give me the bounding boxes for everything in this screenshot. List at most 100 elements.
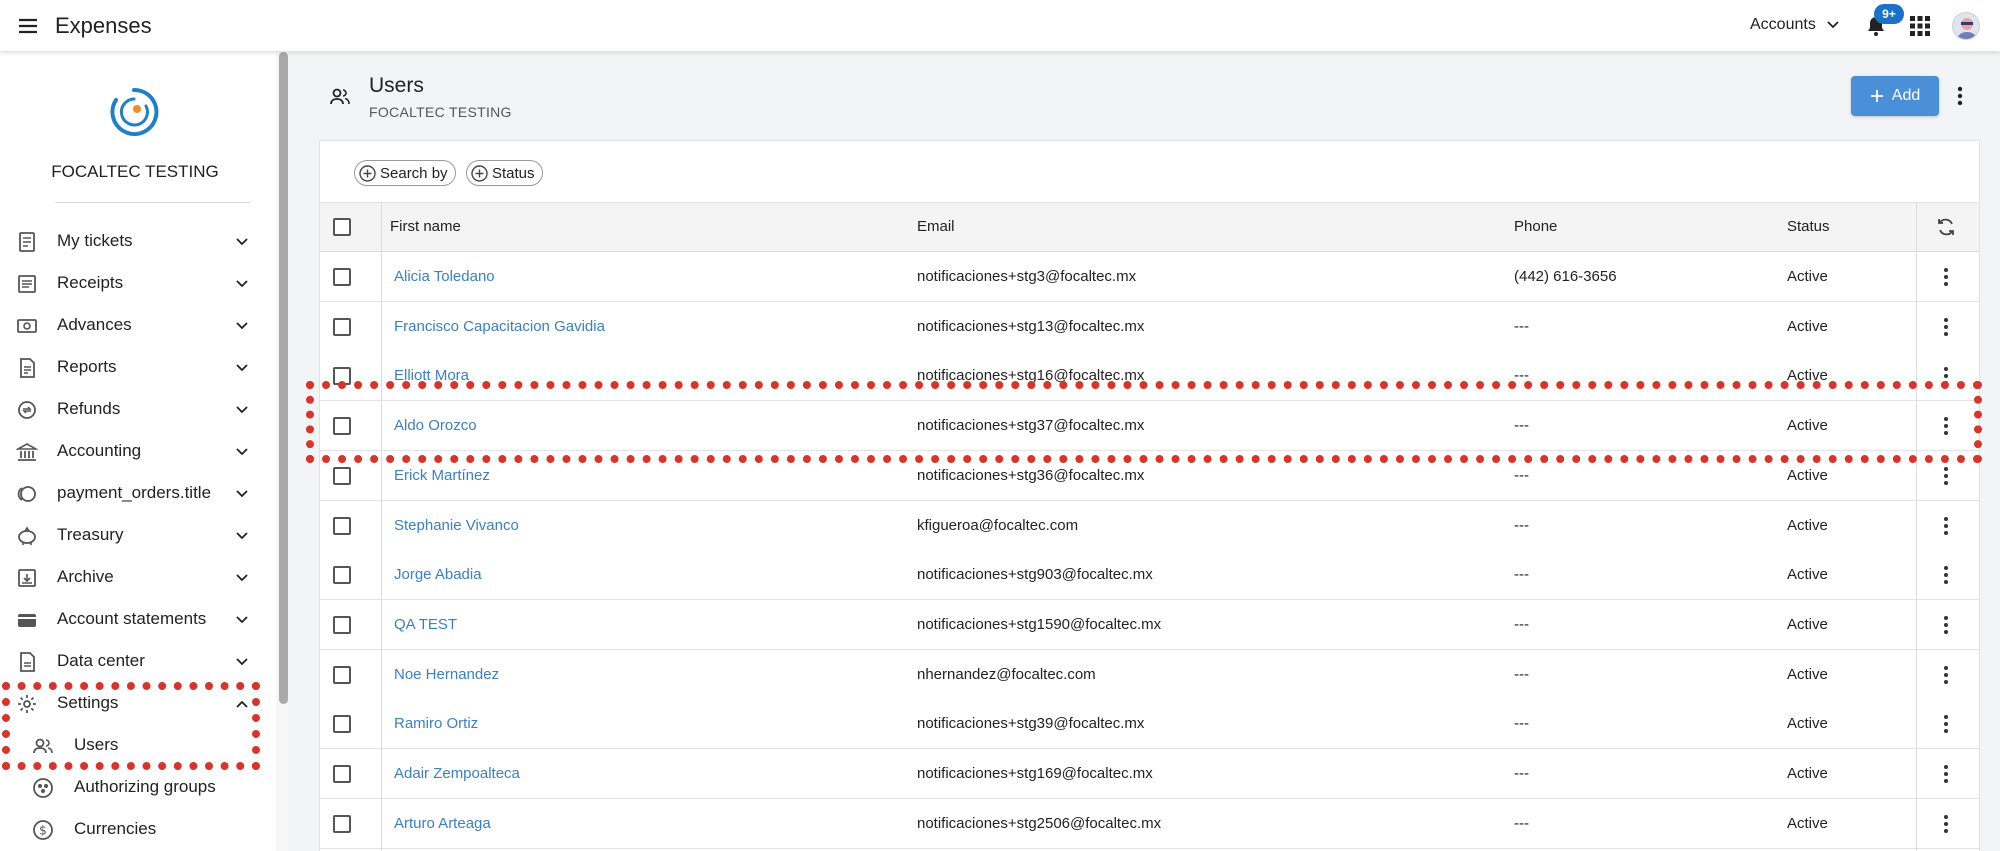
sidebar-item-archive[interactable]: Archive — [0, 556, 270, 598]
sidebar-item-users[interactable]: Users — [0, 724, 270, 766]
add-user-button[interactable]: Add — [1851, 76, 1939, 116]
sidebar-item-label: Advances — [57, 315, 132, 334]
sidebar-item-settings[interactable]: Settings — [0, 682, 270, 724]
row-actions-icon[interactable] — [1942, 465, 1950, 487]
user-name-link[interactable]: Elliott Mora — [394, 367, 469, 384]
status-filter-label: Status — [492, 164, 535, 182]
row-checkbox[interactable] — [333, 318, 351, 336]
sidebar-item-reports[interactable]: Reports — [0, 346, 270, 388]
row-actions-icon[interactable] — [1942, 266, 1950, 288]
table-header — [320, 202, 1979, 252]
sidebar-item-label: Data center — [57, 651, 145, 670]
apps-grid-icon[interactable] — [1909, 15, 1931, 37]
user-name-link[interactable]: Erick Martínez — [394, 467, 490, 484]
row-checkbox[interactable] — [333, 666, 351, 684]
user-phone: --- — [1514, 417, 1529, 434]
user-avatar[interactable] — [1952, 12, 1980, 40]
gear-icon — [18, 695, 36, 713]
app-title: Expenses — [55, 13, 152, 38]
row-actions-icon[interactable] — [1942, 763, 1950, 785]
sidebar-scrollbar-thumb[interactable] — [279, 52, 288, 704]
user-name-link[interactable]: Noe Hernandez — [394, 666, 499, 683]
user-name-link[interactable]: Arturo Arteaga — [394, 815, 491, 832]
row-checkbox[interactable] — [333, 616, 351, 634]
row-checkbox[interactable] — [333, 467, 351, 485]
row-actions-icon[interactable] — [1942, 664, 1950, 686]
user-name-link[interactable]: Aldo Orozco — [394, 417, 477, 434]
row-actions-icon[interactable] — [1942, 813, 1950, 835]
row-checkbox[interactable] — [333, 268, 351, 286]
column-header-phone[interactable]: Phone — [1514, 218, 1557, 235]
row-checkbox[interactable] — [333, 566, 351, 584]
user-phone: --- — [1514, 367, 1529, 384]
sidebar-item-my-tickets[interactable]: My tickets — [0, 220, 270, 262]
table-row[interactable] — [320, 501, 1979, 551]
user-email: notificaciones+stg36@focaltec.mx — [917, 467, 1145, 484]
row-actions-icon[interactable] — [1942, 316, 1950, 338]
user-status: Active — [1787, 417, 1828, 434]
user-name-link[interactable]: Stephanie Vivanco — [394, 517, 519, 534]
search-by-label: Search by — [380, 164, 448, 182]
sidebar-item-label: Account statements — [57, 609, 207, 628]
search-by-filter-chip[interactable]: Search by — [354, 160, 456, 186]
row-checkbox[interactable] — [333, 715, 351, 733]
user-name-link[interactable]: Adair Zempoalteca — [394, 765, 520, 782]
chevron-up-icon — [236, 700, 248, 708]
user-name-link[interactable]: Francisco Capacitacion Gavidia — [394, 318, 605, 335]
sidebar-item-payment-orders[interactable]: payment_orders.title — [0, 472, 270, 514]
row-checkbox[interactable] — [333, 367, 351, 385]
user-email: notificaciones+stg903@focaltec.mx — [917, 566, 1153, 583]
row-checkbox[interactable] — [333, 815, 351, 833]
user-email: nhernandez@focaltec.com — [917, 666, 1096, 683]
status-filter-chip[interactable]: Status — [466, 160, 543, 186]
company-logo — [110, 87, 159, 136]
sidebar-item-accounting[interactable]: Accounting — [0, 430, 270, 472]
table-row[interactable] — [320, 699, 1979, 749]
accounts-label: Accounts — [1750, 16, 1816, 33]
sidebar-item-refunds[interactable]: Refunds — [0, 388, 270, 430]
row-actions-icon[interactable] — [1942, 365, 1950, 387]
row-actions-icon[interactable] — [1942, 614, 1950, 636]
column-header-email[interactable]: Email — [917, 218, 955, 235]
row-checkbox[interactable] — [333, 517, 351, 535]
sidebar-item-authorizing-groups[interactable]: Authorizing groups — [0, 766, 270, 808]
ticket-icon — [19, 232, 35, 252]
user-phone: --- — [1514, 467, 1529, 484]
sidebar-item-data-center[interactable]: Data center — [0, 640, 270, 682]
table-row[interactable] — [320, 650, 1979, 700]
sidebar-item-treasury[interactable]: Treasury — [0, 514, 270, 556]
user-phone: (442) 616-3656 — [1514, 268, 1617, 285]
user-phone: --- — [1514, 815, 1529, 832]
row-actions-icon[interactable] — [1942, 415, 1950, 437]
select-all-checkbox[interactable] — [333, 218, 351, 236]
column-header-status[interactable]: Status — [1787, 218, 1830, 235]
row-actions-icon[interactable] — [1942, 515, 1950, 537]
coins-icon — [17, 486, 36, 502]
page-title: Users — [369, 74, 424, 97]
user-name-link[interactable]: Ramiro Ortiz — [394, 715, 478, 732]
sidebar-item-advances[interactable]: Advances — [0, 304, 270, 346]
table-row[interactable] — [320, 351, 1979, 401]
more-options-icon[interactable] — [1956, 84, 1964, 108]
notifications-badge: 9+ — [1874, 4, 1904, 24]
accounts-dropdown[interactable]: Accounts — [1750, 16, 1840, 34]
user-name-link[interactable]: Alicia Toledano — [394, 268, 495, 285]
sidebar-item-receipts[interactable]: Receipts — [0, 262, 270, 304]
table-row[interactable] — [320, 451, 1979, 501]
table-row[interactable] — [320, 401, 1979, 451]
row-checkbox[interactable] — [333, 417, 351, 435]
menu-icon[interactable] — [16, 14, 40, 38]
table-row[interactable] — [320, 252, 1979, 302]
group-icon — [33, 778, 53, 798]
row-actions-icon[interactable] — [1942, 564, 1950, 586]
user-status: Active — [1787, 467, 1828, 484]
row-actions-icon[interactable] — [1942, 713, 1950, 735]
sidebar-item-currencies[interactable]: $ Currencies — [0, 808, 270, 850]
sidebar-item-account-statements[interactable]: Account statements — [0, 598, 270, 640]
refresh-icon[interactable] — [1935, 216, 1957, 238]
user-name-link[interactable]: QA TEST — [394, 616, 457, 633]
row-checkbox[interactable] — [333, 765, 351, 783]
user-status: Active — [1787, 517, 1828, 534]
column-header-first-name[interactable]: First name — [390, 218, 461, 235]
user-name-link[interactable]: Jorge Abadia — [394, 566, 482, 583]
